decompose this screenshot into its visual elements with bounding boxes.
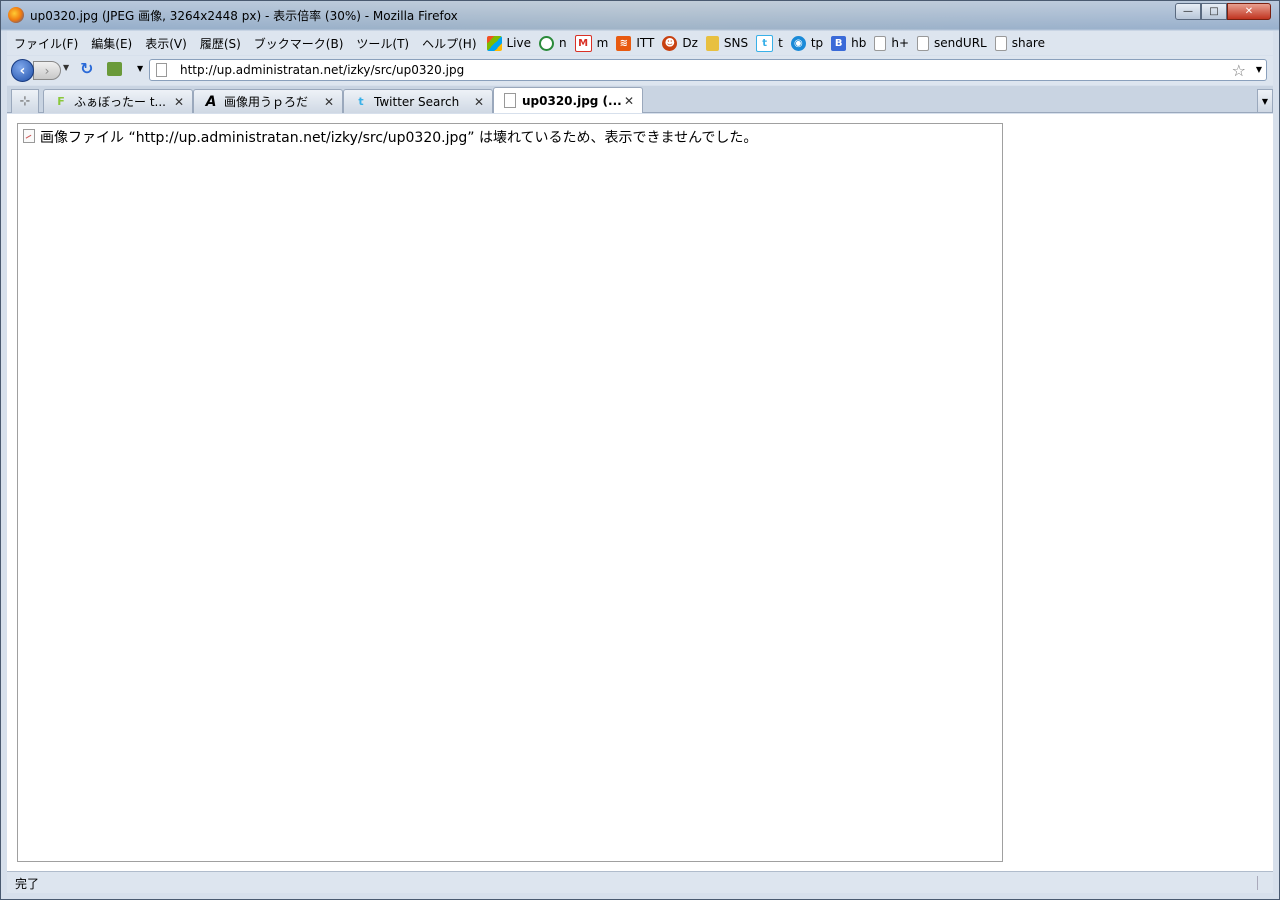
- bookmark-share[interactable]: share: [991, 35, 1049, 51]
- bookmark-label: SNS: [723, 36, 749, 50]
- url-bar[interactable]: http://up.administratan.net/izky/src/up0…: [149, 59, 1267, 81]
- bookmark-m[interactable]: M m: [571, 34, 613, 52]
- browser-window: up0320.jpg (JPEG 画像, 3264x2448 px) - 表示倍…: [0, 0, 1280, 900]
- window-title: up0320.jpg (JPEG 画像, 3264x2448 px) - 表示倍…: [30, 9, 458, 23]
- minimize-button[interactable]: —: [1175, 3, 1201, 20]
- tab-label: Twitter Search: [374, 94, 460, 109]
- window-controls: — □ ✕: [1175, 3, 1271, 20]
- bookmark-label: sendURL: [934, 36, 987, 50]
- twitter-icon: t: [756, 34, 774, 52]
- navigation-bar: › ‹ ▼ ↻ ▼ http://up.administratan.net/iz…: [7, 56, 1273, 85]
- page-icon: [994, 35, 1007, 51]
- forward-button[interactable]: ›: [33, 61, 61, 80]
- back-forward-group: › ‹ ▼: [11, 59, 73, 82]
- page-icon: [504, 93, 516, 108]
- bookmark-tp[interactable]: ◉ tp: [787, 35, 827, 51]
- close-icon[interactable]: ✕: [472, 95, 486, 109]
- twitter-icon: t: [358, 95, 364, 108]
- dz-icon: ☻: [662, 35, 678, 51]
- close-icon[interactable]: ✕: [322, 95, 336, 109]
- rss-icon: ≋: [616, 35, 632, 51]
- page-icon: [156, 63, 167, 77]
- a-icon: A: [205, 93, 217, 110]
- maximize-button[interactable]: □: [1201, 3, 1227, 20]
- menu-edit[interactable]: 編集(E): [84, 35, 138, 52]
- tab-twitter-search[interactable]: t Twitter Search ✕: [343, 89, 493, 113]
- windows-live-icon: [486, 35, 502, 51]
- bookmark-t[interactable]: t t: [752, 34, 787, 52]
- close-icon[interactable]: ✕: [622, 94, 636, 108]
- tab-up0320[interactable]: up0320.jpg (... ✕: [493, 87, 643, 113]
- menu-bookmarks[interactable]: ブックマーク(B): [247, 35, 350, 52]
- menu-tools[interactable]: ツール(T): [349, 35, 415, 52]
- status-text: 完了: [15, 877, 40, 891]
- back-button[interactable]: ‹: [11, 59, 34, 82]
- bookmark-hb[interactable]: B hb: [827, 35, 870, 51]
- bookmark-label: m: [596, 36, 609, 50]
- n-icon: [539, 35, 555, 51]
- page-icon: [917, 35, 930, 51]
- firefox-icon: [8, 7, 24, 23]
- chevron-left-icon: ‹: [19, 62, 26, 79]
- bookmark-label: Dz: [682, 36, 698, 50]
- error-message: 画像ファイル “http://up.administratan.net/izky…: [40, 130, 758, 146]
- bookmark-label: share: [1011, 36, 1045, 50]
- close-icon[interactable]: ✕: [172, 95, 186, 109]
- chevron-down-icon[interactable]: ▼: [137, 64, 143, 73]
- bookmark-label: hb: [851, 36, 867, 50]
- bookmark-hplus[interactable]: h+: [870, 35, 913, 51]
- bookmark-dz[interactable]: ☻ Dz: [658, 35, 702, 51]
- close-button[interactable]: ✕: [1227, 3, 1271, 20]
- resize-grip[interactable]: [1257, 876, 1270, 890]
- status-bar: 完了: [7, 871, 1273, 893]
- chevron-right-icon: ›: [44, 63, 50, 78]
- hatena-icon: B: [831, 35, 847, 51]
- bookmark-sns[interactable]: SNS: [702, 35, 752, 51]
- title-bar[interactable]: up0320.jpg (JPEG 画像, 3264x2448 px) - 表示倍…: [1, 1, 1279, 29]
- tab-label: 画像用うｐろだ: [224, 95, 309, 109]
- bookmark-label: ITT: [636, 36, 655, 50]
- reload-button[interactable]: ↻: [80, 61, 96, 77]
- bookmark-itt[interactable]: ≋ ITT: [612, 35, 658, 51]
- bookmark-sendurl[interactable]: sendURL: [913, 35, 991, 51]
- url-dropdown-icon[interactable]: ▼: [1256, 65, 1262, 74]
- url-input[interactable]: http://up.administratan.net/izky/src/up0…: [180, 63, 464, 77]
- content-area: 画像ファイル “http://up.administratan.net/izky…: [7, 114, 1273, 871]
- bookmark-star-icon[interactable]: ☆: [1232, 61, 1246, 80]
- broken-image-frame: 画像ファイル “http://up.administratan.net/izky…: [17, 123, 1003, 862]
- broken-image-icon: [23, 129, 35, 143]
- menu-view[interactable]: 表示(V): [138, 35, 193, 52]
- bookmark-label: tp: [810, 36, 824, 50]
- tab-bar: ⊹ F ふぁぼったー t... ✕ A 画像用うｐろだ ✕ t Twitter …: [7, 86, 1273, 113]
- list-all-tabs-button[interactable]: ▼: [1257, 89, 1273, 113]
- tab-favotter[interactable]: F ふぁぼったー t... ✕: [43, 89, 193, 113]
- bookmark-n[interactable]: n: [535, 35, 571, 51]
- tab-scroll-button[interactable]: ⊹: [11, 89, 39, 113]
- bookmark-label: Live: [506, 36, 532, 50]
- bookmark-live[interactable]: Live: [483, 35, 536, 51]
- menu-history[interactable]: 履歴(S): [193, 35, 247, 52]
- history-dropdown-icon[interactable]: ▼: [63, 63, 69, 72]
- gmail-icon: M: [574, 34, 592, 52]
- bookmark-label: t: [778, 36, 783, 50]
- bookmark-label: h+: [891, 36, 910, 50]
- tab-label: ふぁぼったー t...: [74, 95, 166, 109]
- menu-help[interactable]: ヘルプ(H): [415, 35, 482, 52]
- tp-icon: ◉: [790, 35, 806, 51]
- menu-file[interactable]: ファイル(F): [7, 35, 84, 52]
- home-icon[interactable]: [107, 62, 122, 76]
- menu-bar: ファイル(F) 編集(E) 表示(V) 履歴(S) ブックマーク(B) ツール(…: [7, 31, 1273, 55]
- folder-icon: [705, 35, 719, 51]
- bookmark-label: n: [559, 36, 567, 50]
- tab-label: up0320.jpg (...: [522, 93, 622, 108]
- favotter-icon: F: [57, 95, 65, 108]
- tab-uploader[interactable]: A 画像用うｐろだ ✕: [193, 89, 343, 113]
- page-icon: [874, 35, 887, 51]
